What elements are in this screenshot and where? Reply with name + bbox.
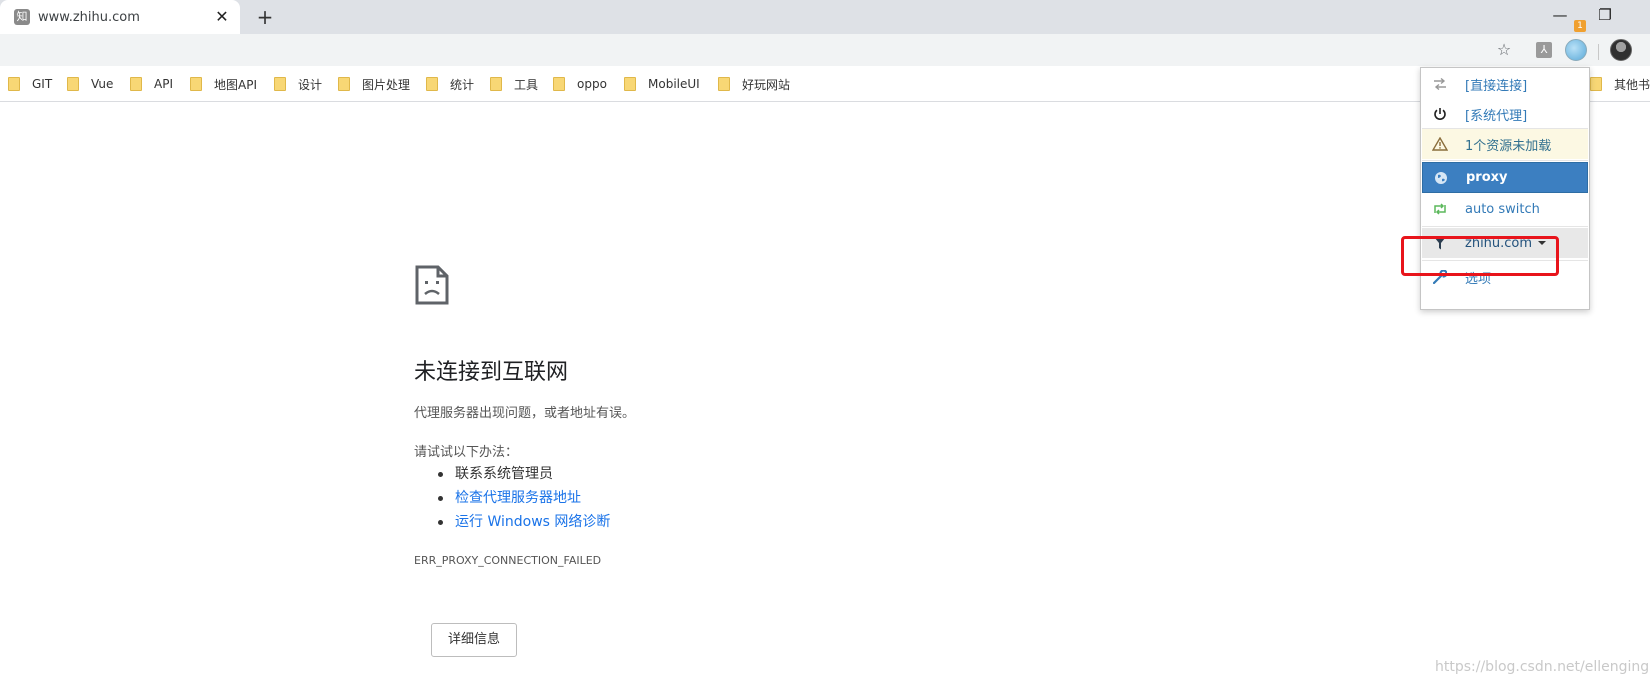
folder-icon — [553, 77, 565, 91]
folder-icon — [274, 77, 286, 91]
folder-icon — [338, 77, 350, 91]
error-code: ERR_PROXY_CONNECTION_FAILED — [414, 554, 602, 567]
retweet-icon — [1432, 201, 1448, 217]
folder-icon — [718, 77, 730, 91]
extension-badge: 1 — [1574, 20, 1586, 32]
menu-item-system[interactable]: [系统代理] — [1422, 99, 1588, 129]
folder-icon — [67, 77, 79, 91]
folder-icon — [426, 77, 438, 91]
menu-item-failed-resources[interactable]: 1个资源未加载 — [1422, 129, 1588, 159]
watermark: https://blog.csdn.net/ellenging — [1435, 659, 1650, 675]
bookmark-folder[interactable]: oppo — [553, 75, 607, 93]
bookmark-folder[interactable]: 好玩网站 — [718, 75, 790, 93]
folder-icon — [624, 77, 636, 91]
suggestions-label: 请试试以下办法： — [414, 445, 519, 460]
minimize-button[interactable]: — — [1545, 4, 1575, 26]
bookmark-folder[interactable]: 工具 — [490, 75, 538, 93]
globe-icon — [1433, 170, 1449, 186]
warning-icon — [1432, 136, 1448, 152]
folder-icon — [8, 77, 20, 91]
pdf-extension-icon[interactable]: ⅄ — [1536, 42, 1552, 58]
folder-icon — [190, 77, 202, 91]
menu-divider — [1422, 160, 1588, 161]
check-proxy-link[interactable]: 检查代理服务器地址 — [438, 486, 610, 510]
error-title: 未连接到互联网 — [414, 360, 569, 385]
browser-toolbar: ☆ ⅄ — [0, 34, 1650, 66]
suggestions-list: 联系系统管理员 检查代理服务器地址 运行 Windows 网络诊断 — [438, 462, 610, 534]
tab-title: www.zhihu.com — [38, 9, 140, 25]
folder-icon — [130, 77, 142, 91]
bookmarks-bar: GIT Vue API 地图API 设计 图片处理 统计 工具 oppo Mob… — [0, 66, 1650, 102]
bookmark-star-icon[interactable]: ☆ — [1494, 40, 1514, 60]
address-bar[interactable] — [0, 36, 1516, 64]
sad-page-icon — [415, 265, 449, 305]
browser-tab[interactable]: 知 www.zhihu.com ✕ — [0, 0, 240, 34]
toolbar-divider — [1598, 44, 1599, 60]
menu-item-proxy[interactable]: proxy — [1422, 162, 1588, 193]
folder-icon — [1590, 77, 1602, 91]
highlight-annotation-box — [1401, 236, 1559, 276]
tab-strip: 知 www.zhihu.com ✕ + — ❐ — [0, 0, 1650, 34]
bookmark-folder[interactable]: 图片处理 — [338, 75, 410, 93]
menu-item-auto-switch[interactable]: auto switch — [1422, 194, 1588, 224]
tab-close-icon[interactable]: ✕ — [214, 9, 230, 25]
restore-button[interactable]: ❐ — [1590, 4, 1620, 26]
folder-icon — [490, 77, 502, 91]
bookmark-folder[interactable]: Vue — [67, 75, 113, 93]
proxy-extension-icon[interactable] — [1565, 39, 1587, 61]
details-button[interactable]: 详细信息 — [431, 623, 517, 657]
other-bookmarks[interactable]: 其他书 — [1590, 75, 1650, 93]
profile-avatar[interactable] — [1610, 39, 1632, 61]
new-tab-button[interactable]: + — [254, 6, 276, 28]
menu-divider — [1422, 226, 1588, 227]
bookmark-folder[interactable]: 设计 — [274, 75, 322, 93]
suggestion-item: 联系系统管理员 — [438, 462, 610, 486]
zhihu-favicon-icon: 知 — [14, 9, 30, 25]
bookmark-folder[interactable]: GIT — [8, 75, 52, 93]
transfer-icon — [1432, 76, 1448, 92]
error-description: 代理服务器出现问题，或者地址有误。 — [414, 406, 636, 421]
bookmark-folder[interactable]: API — [130, 75, 173, 93]
bookmark-folder[interactable]: 地图API — [190, 75, 257, 93]
bookmark-folder[interactable]: 统计 — [426, 75, 474, 93]
bookmark-folder[interactable]: MobileUI — [624, 75, 700, 93]
power-icon — [1432, 106, 1448, 122]
menu-item-direct[interactable]: [直接连接] — [1422, 69, 1588, 99]
network-diagnostics-link[interactable]: 运行 Windows 网络诊断 — [438, 510, 610, 534]
